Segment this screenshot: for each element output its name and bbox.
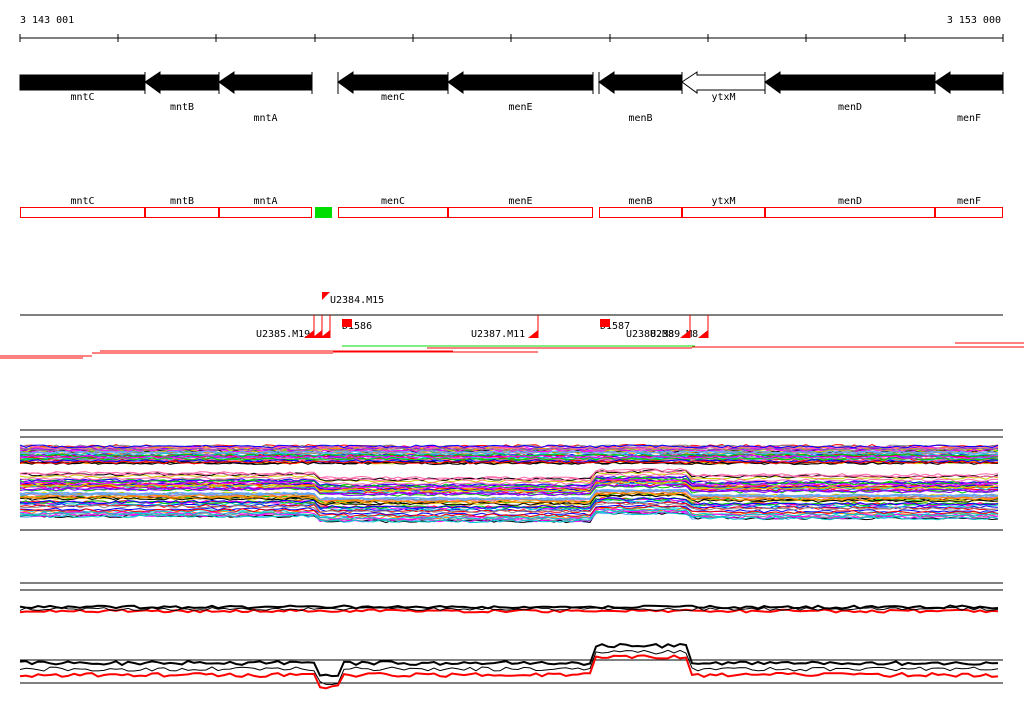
gene-box-label: menC [381, 196, 405, 207]
gene-box-label: menD [838, 196, 862, 207]
gene-box-menD[interactable] [765, 207, 935, 218]
gene-arrow-mntB[interactable] [144, 71, 220, 94]
gene-arrow-ytxM[interactable] [681, 71, 766, 94]
gene-box-label: ytxM [711, 196, 735, 207]
gene-label: mntA [253, 113, 277, 124]
feature-label[interactable]: U2389.M8 [650, 329, 698, 340]
gene-box-menB[interactable] [599, 207, 682, 218]
gene-box-mntA[interactable] [219, 207, 312, 218]
gene-box-menF[interactable] [935, 207, 1003, 218]
gene-label: menE [508, 102, 532, 113]
gene-box-label: menE [508, 196, 532, 207]
gene-arrow-menE[interactable] [447, 71, 594, 94]
green-marker[interactable] [315, 207, 332, 218]
gene-box-ytxM[interactable] [682, 207, 765, 218]
gene-box-label: mntB [170, 196, 194, 207]
ruler: 3 143 001 3 153 000 [19, 15, 1004, 42]
feature-block[interactable] [342, 319, 352, 327]
features-track: U2384.M15U2385.M19D1586U2387.M11D1587U23… [0, 292, 1024, 359]
feature-label[interactable]: U2387.M11 [471, 329, 525, 340]
gene-box-mntC[interactable] [20, 207, 145, 218]
gene-arrow-mntA[interactable] [218, 71, 313, 94]
gene-arrow-mntC[interactable] [19, 74, 146, 91]
gene-arrow-menD[interactable] [764, 71, 936, 94]
gene-label: ytxM [711, 92, 735, 103]
gene-box-label: mntC [70, 196, 94, 207]
gene-box-mntB[interactable] [145, 207, 219, 218]
feature-label[interactable]: U2385.M19 [256, 329, 310, 340]
gene-label: mntB [170, 102, 194, 113]
gene-label: menF [957, 113, 981, 124]
gene-box-label: mntA [253, 196, 277, 207]
expression-traces-track [19, 429, 1003, 531]
genome-browser-canvas: 3 143 001 3 153 000 mntC mntB mntA menC menE… [0, 15, 1024, 690]
feature-marker[interactable] [528, 330, 538, 338]
trace-line [19, 649, 999, 686]
gene-label: menD [838, 102, 862, 113]
summary-traces-track [19, 582, 1003, 690]
gene-label: menB [628, 113, 652, 124]
gene-label: mntC [70, 92, 94, 103]
gene-arrow-menC[interactable] [337, 71, 449, 94]
trace-line [19, 604, 999, 610]
gene-box-label: menB [628, 196, 652, 207]
gene-box-menE[interactable] [448, 207, 593, 218]
gene-boxes-track: mntC mntB mntA menC menE menB ytxM menD menF [20, 196, 1003, 218]
gene-arrows-track: mntC mntB mntA menC menE menB ytxM menD menF [19, 71, 1004, 124]
gene-arrow-menF[interactable] [934, 71, 1004, 94]
feature-label[interactable]: U2384.M15 [330, 295, 384, 306]
gene-label: menC [381, 92, 405, 103]
feature-block[interactable] [600, 319, 610, 327]
gene-arrow-menB[interactable] [598, 71, 683, 94]
feature-marker[interactable] [698, 330, 708, 338]
feature-flag[interactable] [322, 292, 330, 315]
gene-box-label: menF [957, 196, 981, 207]
ruler-end-label: 3 153 000 [947, 15, 1001, 26]
ruler-start-label: 3 143 001 [20, 15, 74, 26]
gene-box-menC[interactable] [338, 207, 448, 218]
